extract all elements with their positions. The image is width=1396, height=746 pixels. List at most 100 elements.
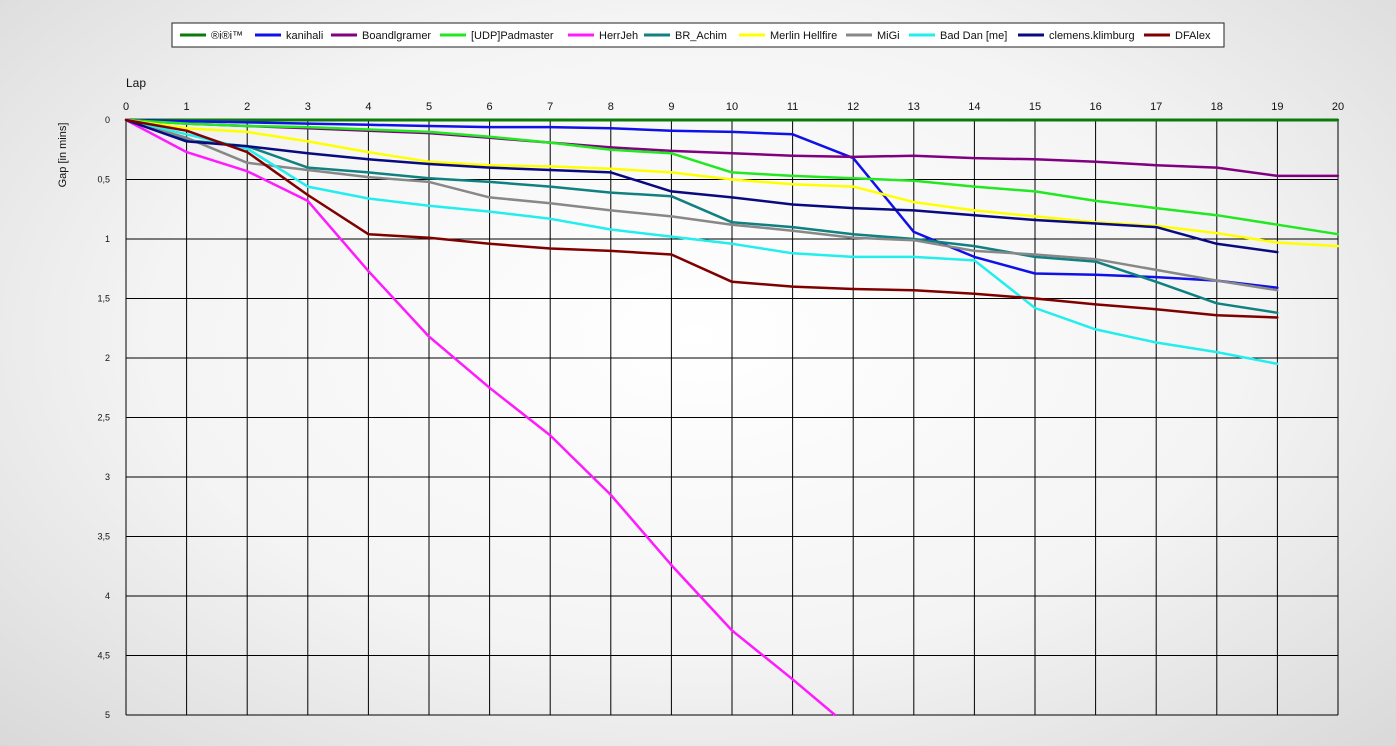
data-point [1276,286,1279,289]
data-point [1215,118,1219,122]
data-point [488,125,491,129]
data-point [306,140,309,143]
data-point [246,161,249,164]
data-point [124,118,128,122]
data-point [1215,231,1219,235]
y-tick-label: 0,5 [97,175,110,185]
x-tick-label: 12 [847,101,859,113]
data-point [1094,258,1097,261]
y-axis-ticks: 0 0,5 1 1,5 2 2,5 3 3,5 4 4,5 5 [97,115,110,720]
data-point [609,191,612,194]
data-point [1033,272,1037,275]
data-point [1033,297,1037,300]
data-point [791,118,794,122]
data-point [973,292,976,295]
y-tick-label: 2,5 [97,413,110,423]
data-point [1033,215,1037,218]
data-point [670,152,673,155]
data-point [1155,206,1158,210]
data-point [427,124,431,128]
data-point [791,203,794,206]
data-point [973,244,976,248]
data-point [609,146,612,149]
legend-label: kanihali [286,30,323,42]
legend-label: ®i®i™ [211,30,243,42]
data-point [549,434,552,437]
data-point [973,255,976,259]
data-point [852,185,855,188]
data-point [1215,279,1219,282]
y-tick-label: 4,5 [97,651,110,661]
data-point [246,121,249,124]
data-point [549,125,552,129]
data-point [488,180,491,184]
data-point [833,713,837,717]
x-tick-label: 11 [787,101,798,113]
data-point [973,118,976,122]
data-point [488,386,491,389]
data-point [730,171,734,174]
data-point [1094,273,1097,276]
data-point [973,214,976,217]
data-point [912,200,915,204]
legend-label: DFAlex [1175,30,1211,42]
data-point [367,233,370,236]
data-point [367,175,370,179]
y-tick-label: 3,5 [97,532,110,542]
x-tick-label: 2 [244,101,250,113]
data-point [1033,190,1037,193]
data-point [609,228,612,231]
data-point [1215,314,1219,317]
x-axis-ticks: 0 1 2 3 4 5 6 7 8 9 10 11 12 13 14 15 16 17 18 19 20 [123,101,1344,113]
data-point [670,563,673,567]
data-point [1033,306,1037,310]
data-point [306,193,309,197]
x-tick-label: 4 [365,101,371,113]
data-point [427,130,431,134]
data-point [791,133,794,136]
data-point [1276,289,1279,292]
data-point [488,164,491,167]
data-point [367,128,370,131]
data-point [1215,242,1219,245]
x-tick-label: 3 [305,101,311,113]
lap-gap-chart: ®i®i™ kanihali Boandlgramer [UDP]Padmaster H… [0,0,1396,746]
legend-label: Boandlgramer [362,30,431,42]
data-point [730,118,734,122]
data-point [246,150,249,154]
legend-label: MiGi [877,30,900,42]
data-point [1033,253,1037,256]
data-point [1276,118,1279,122]
data-point [730,223,734,226]
data-point [1336,118,1340,122]
y-tick-label: 1 [105,234,110,244]
x-tick-label: 19 [1271,101,1283,113]
x-tick-label: 20 [1332,101,1344,113]
data-point [609,171,612,174]
data-point [912,289,915,292]
legend-label: Merlin Hellfire [770,30,837,42]
data-point [549,202,552,205]
data-point [852,233,855,236]
data-point [427,204,431,207]
data-point [1033,255,1037,259]
data-point [185,127,188,130]
x-tick-label: 1 [184,101,190,113]
chart-svg: ®i®i™ kanihali Boandlgramer [UDP]Padmaster H… [57,22,1344,720]
data-point [791,229,794,232]
data-point [852,118,855,122]
data-point [185,120,188,123]
legend-label: Bad Dan [me] [940,30,1007,42]
data-point [609,127,612,130]
series-8 [124,118,1279,366]
data-point [246,124,249,128]
data-point [852,177,855,180]
data-point [1155,225,1158,229]
data-point [912,154,915,157]
data-point [1033,118,1037,122]
data-point [912,255,915,259]
data-point [852,287,855,291]
data-point [367,150,370,154]
data-point [1276,241,1279,244]
data-point [1276,311,1279,314]
